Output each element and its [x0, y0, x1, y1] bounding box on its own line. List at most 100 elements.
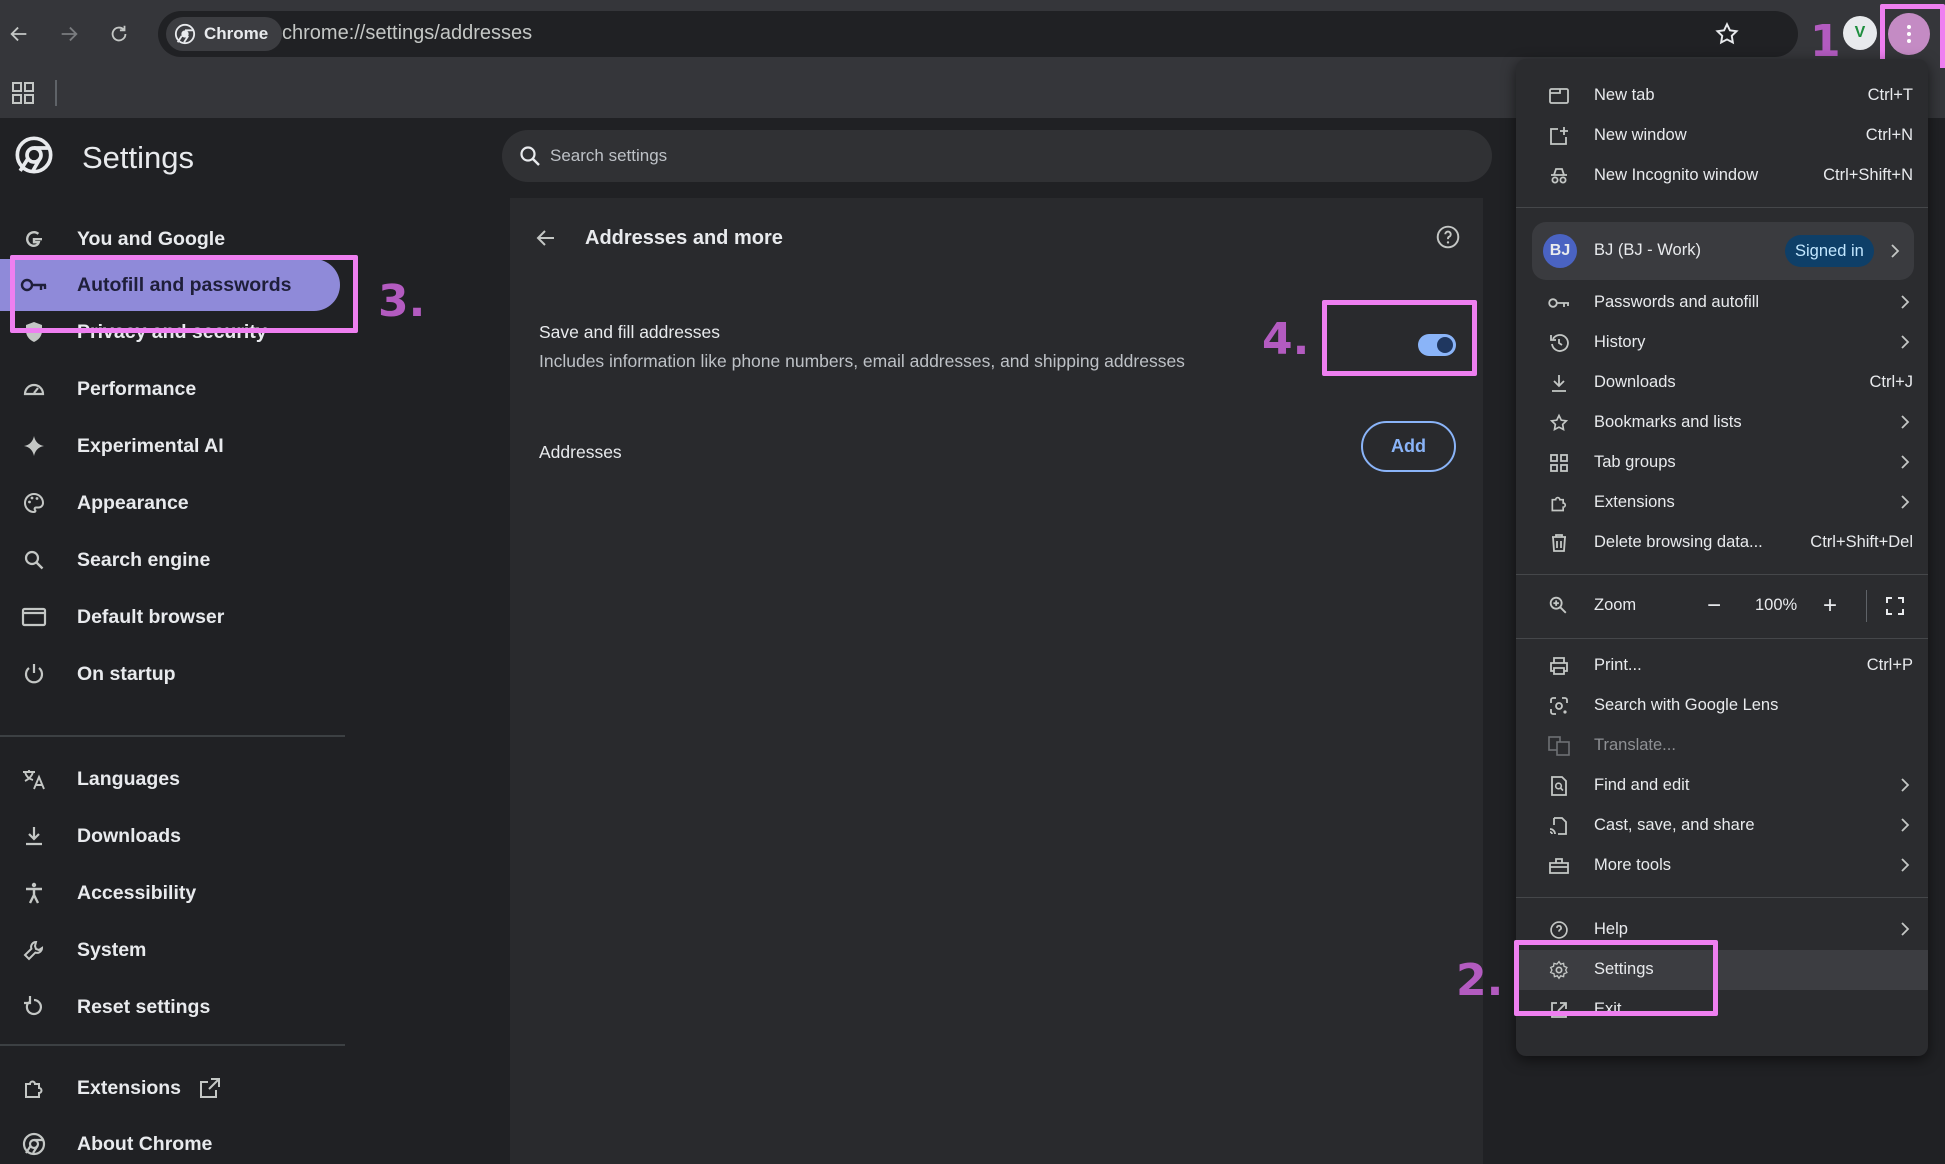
menu-divider [1516, 574, 1928, 575]
browser-window-icon [20, 603, 48, 631]
incognito-icon [1547, 164, 1571, 188]
sidebar-item-appearance[interactable]: Appearance [0, 477, 345, 529]
help-icon[interactable] [1435, 224, 1461, 250]
zoom-value: 100% [1755, 596, 1798, 614]
sidebar-item-search-engine[interactable]: Search engine [0, 534, 345, 586]
zoom-out-button[interactable]: − [1696, 588, 1732, 624]
signed-in-badge: Signed in [1785, 235, 1874, 267]
download-icon [20, 822, 48, 850]
save-fill-description: Includes information like phone numbers,… [539, 351, 1185, 371]
sidebar-item-on-startup[interactable]: On startup [0, 648, 345, 700]
sidebar-item-about-chrome[interactable]: About Chrome [0, 1118, 345, 1164]
open-in-new-icon [200, 1078, 220, 1098]
chrome-logo-icon [174, 23, 196, 45]
menu-label: Extensions [1594, 493, 1675, 511]
menu-item-google-lens[interactable]: Search with Google Lens [1516, 686, 1928, 726]
chrome-logo-icon [15, 136, 53, 174]
sidebar-item-accessibility[interactable]: Accessibility [0, 867, 345, 919]
menu-item-bookmarks[interactable]: Bookmarks and lists [1516, 403, 1928, 443]
back-button[interactable] [2, 17, 36, 51]
sidebar-item-extensions[interactable]: Extensions [0, 1062, 345, 1114]
sidebar-item-experimental-ai[interactable]: Experimental AI [0, 420, 345, 472]
profile-avatar: BJ [1543, 234, 1577, 268]
url-text[interactable]: chrome://settings/addresses [282, 22, 532, 45]
sidebar-item-label: About Chrome [77, 1132, 213, 1155]
bookmark-star-icon[interactable] [1714, 21, 1740, 47]
browser-toolbar: Chrome chrome://settings/addresses V 1 [0, 0, 1945, 82]
chevron-right-icon [1901, 495, 1910, 509]
sidebar-divider [0, 1044, 345, 1046]
chevron-right-icon [1901, 415, 1910, 429]
menu-item-print[interactable]: Print... Ctrl+P [1516, 646, 1928, 686]
menu-item-extensions[interactable]: Extensions [1516, 483, 1928, 523]
profile-avatar[interactable]: V [1843, 16, 1877, 50]
translate-icon [20, 765, 48, 793]
apps-grid-icon[interactable] [12, 82, 34, 104]
zoom-icon [1549, 596, 1567, 614]
menu-item-more-tools[interactable]: More tools [1516, 846, 1928, 886]
addresses-label: Addresses [539, 442, 622, 462]
new-window-icon [1547, 124, 1571, 148]
add-address-button[interactable]: Add [1361, 421, 1456, 472]
search-placeholder: Search settings [550, 146, 668, 165]
sidebar-item-default-browser[interactable]: Default browser [0, 591, 345, 643]
menu-item-downloads[interactable]: Downloads Ctrl+J [1516, 363, 1928, 403]
printer-icon [1547, 654, 1571, 678]
chevron-right-icon [1901, 778, 1910, 792]
bookmarks-divider [55, 80, 57, 106]
chevron-right-icon [1901, 858, 1910, 872]
sidebar-item-label: You and Google [77, 227, 226, 250]
menu-item-new-tab[interactable]: New tab Ctrl+T [1516, 76, 1928, 116]
puzzle-icon [20, 1074, 48, 1102]
menu-item-history[interactable]: History [1516, 323, 1928, 363]
menu-item-delete-browsing-data[interactable]: Delete browsing data... Ctrl+Shift+Del [1516, 523, 1928, 563]
menu-label: History [1594, 333, 1646, 351]
zoom-in-button[interactable]: + [1812, 588, 1848, 624]
menu-label: Find and edit [1594, 776, 1690, 794]
reset-icon [20, 993, 48, 1021]
cast-icon [1547, 814, 1571, 838]
menu-label: Tab groups [1594, 453, 1676, 471]
menu-shortcut: Ctrl+T [1867, 86, 1913, 104]
sidebar-item-downloads[interactable]: Downloads [0, 810, 345, 862]
menu-profile-row[interactable]: BJ BJ (BJ - Work) Signed in [1532, 222, 1914, 280]
chevron-right-icon [1901, 295, 1910, 309]
sidebar-item-reset[interactable]: Reset settings [0, 981, 345, 1033]
chevron-right-icon [1901, 922, 1910, 936]
reload-button[interactable] [102, 17, 136, 51]
menu-item-find-edit[interactable]: Find and edit [1516, 766, 1928, 806]
wrench-icon [20, 936, 48, 964]
menu-label: Cast, save, and share [1594, 816, 1755, 834]
menu-item-cast-save-share[interactable]: Cast, save, and share [1516, 806, 1928, 846]
menu-label: Search with Google Lens [1594, 696, 1779, 714]
menu-item-passwords-autofill[interactable]: Passwords and autofill [1516, 283, 1928, 323]
site-chip-label: Chrome [204, 24, 269, 43]
fullscreen-icon[interactable] [1886, 597, 1904, 615]
menu-shortcut: Ctrl+Shift+Del [1810, 533, 1913, 551]
sidebar-item-system[interactable]: System [0, 924, 345, 976]
chevron-right-icon [1901, 335, 1910, 349]
key-icon [1547, 291, 1571, 315]
search-icon [20, 546, 48, 574]
step-label-2: 2. [1456, 955, 1504, 1006]
settings-sidebar: You and Google Autofill and passwords Pr… [0, 198, 425, 1164]
menu-label: New tab [1594, 86, 1655, 104]
back-arrow-icon[interactable] [534, 226, 558, 250]
menu-label: Print... [1594, 656, 1642, 674]
palette-icon [20, 489, 48, 517]
menu-item-new-window[interactable]: New window Ctrl+N [1516, 116, 1928, 156]
menu-divider [1516, 897, 1928, 898]
menu-shortcut: Ctrl+Shift+N [1823, 166, 1913, 184]
menu-divider [1516, 207, 1928, 208]
trash-icon [1547, 531, 1571, 555]
sidebar-item-performance[interactable]: Performance [0, 363, 345, 415]
sidebar-item-languages[interactable]: Languages [0, 753, 345, 805]
forward-button[interactable] [52, 17, 86, 51]
search-settings-input[interactable]: Search settings [502, 130, 1492, 182]
highlight-box-4 [1322, 300, 1477, 376]
menu-item-tab-groups[interactable]: Tab groups [1516, 443, 1928, 483]
menu-item-incognito[interactable]: New Incognito window Ctrl+Shift+N [1516, 156, 1928, 196]
site-chip[interactable]: Chrome [166, 17, 283, 51]
omnibox[interactable]: Chrome chrome://settings/addresses [158, 11, 1798, 57]
highlight-box-2 [1514, 940, 1718, 1016]
